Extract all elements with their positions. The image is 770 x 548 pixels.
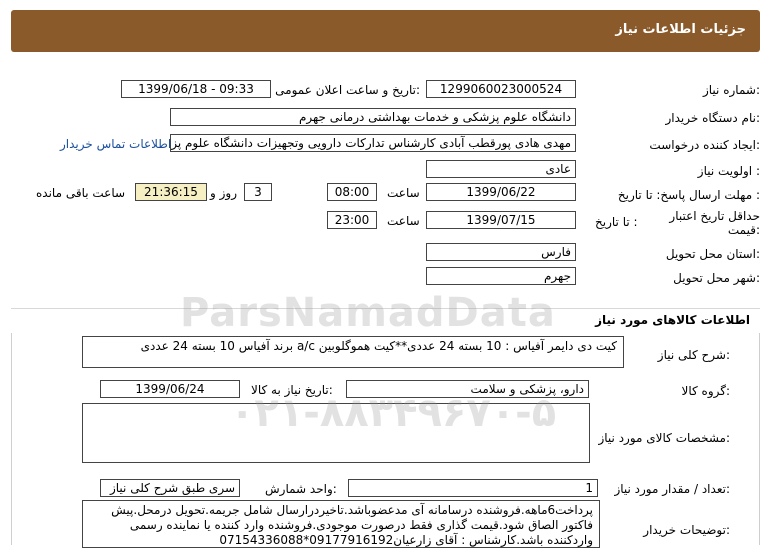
unit-label: واحد شمارش: [265,482,337,496]
validity-time-field: 23:00 [327,211,377,229]
remaining-label: ساعت باقی مانده [36,186,126,200]
need-date-field: 1399/06/24 [100,380,240,398]
group-label: گروه کالا: [681,384,731,398]
buyer-field: دانشگاه علوم پزشکی و خدمات بهداشتی درمان… [170,108,576,126]
desc-label: شرح کلی نیاز: [657,348,730,362]
watermark-phone: ۰۲۱-۸۸۳۴۹۶۷۰-۵ [230,390,557,436]
buyer-contact-link[interactable]: اطلاعات تماس خریدار [60,137,171,151]
goods-section-title: اطلاعات کالاهای مورد نیاز [595,313,750,327]
deadline-date-field: 1399/06/22 [426,183,576,201]
validity-label: حداقل تاریخ اعتبار قیمت: [669,209,760,237]
validity-to-label: تا تاریخ : [595,215,638,229]
page-header: جزئیات اطلاعات نیاز [11,10,760,52]
qty-label: تعداد / مقدار مورد نیاز: [614,482,730,496]
page-title: جزئیات اطلاعات نیاز [615,22,746,37]
need-number-label: شماره نیاز: [702,83,760,97]
buyer-label: نام دستگاه خریدار: [665,111,761,125]
days-field: 3 [244,183,272,201]
province-field: فارس [426,243,576,261]
deadline-time-field: 08:00 [327,183,377,201]
city-field: جهرم [426,267,576,285]
validity-date-field: 1399/07/15 [426,211,576,229]
announce-field: 1399/06/18 - 09:33 [121,80,271,98]
need-number-field: 1299060023000524 [426,80,576,98]
deadline-time-label: ساعت [387,186,420,200]
priority-label: اولویت نیاز : [697,164,760,178]
buyer-notes-label: توضیحات خریدار: [643,523,730,537]
need-details-page: جزئیات اطلاعات نیاز شماره نیاز: 12990600… [0,0,770,548]
days-label: روز و [210,186,237,200]
remaining-time-field: 21:36:15 [135,183,207,201]
unit-field: سری طبق شرح کلی نیاز [100,479,240,497]
priority-field: عادی [426,160,576,178]
deadline-label: مهلت ارسال پاسخ: تا تاریخ : [617,188,760,202]
specs-label: مشخصات کالای مورد نیاز: [598,431,730,445]
creator-label: ایجاد کننده درخواست: [649,138,760,152]
buyer-notes-field: پرداخت6ماهه.فروشنده درسامانه آی مدعضوباش… [82,500,600,548]
desc-field: کیت دی دایمر آفیاس : 10 بسته 24 عددی**کی… [82,336,624,368]
watermark-text: ParsNamadData [180,290,556,336]
announce-label: تاریخ و ساعت اعلان عمومی: [275,83,420,97]
qty-field: 1 [348,479,598,497]
validity-time-label: ساعت [387,214,420,228]
city-label: شهر محل تحویل: [673,271,760,285]
province-label: استان محل تحویل: [665,247,760,261]
creator-field: مهدی هادی پورقطب آبادی کارشناس تدارکات د… [170,134,576,152]
